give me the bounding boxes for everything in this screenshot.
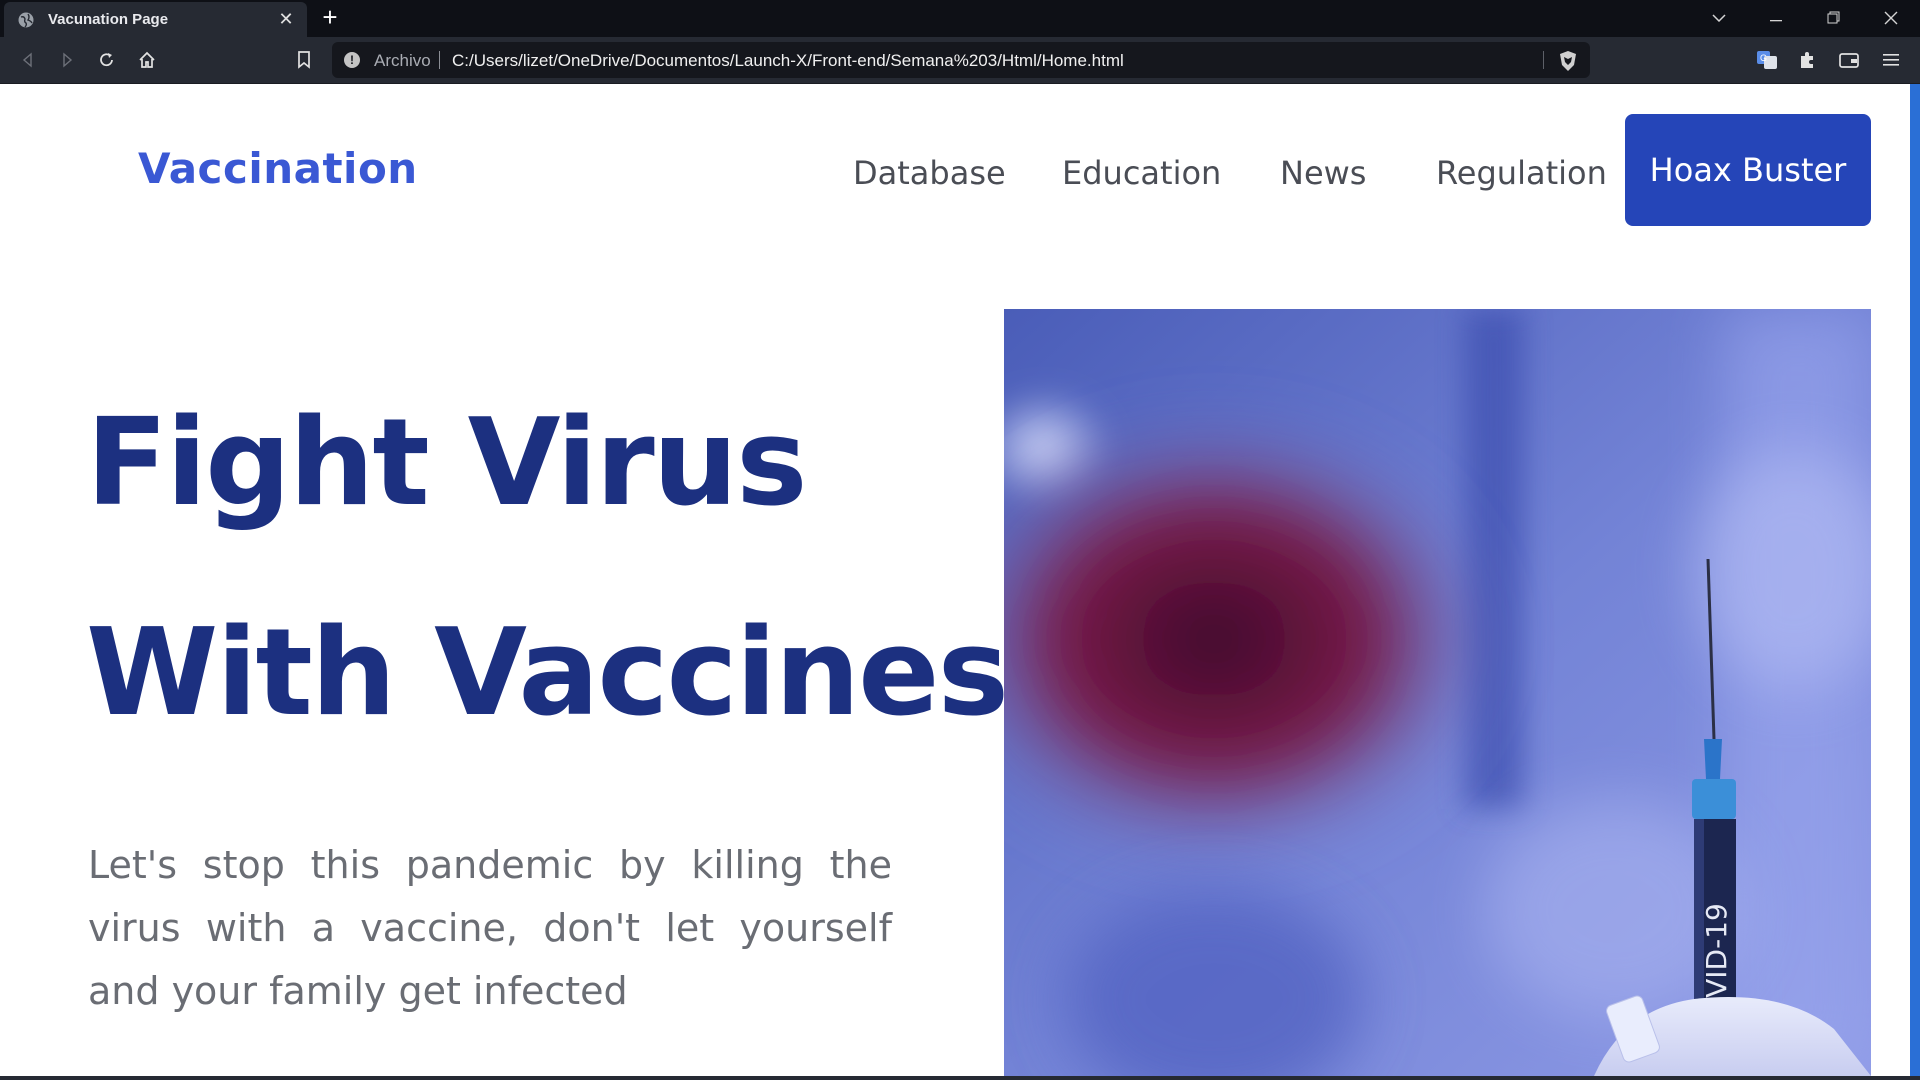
address-scheme: Archivo	[374, 51, 431, 70]
nav-link-education[interactable]: Education	[1062, 154, 1221, 192]
restore-button[interactable]	[1818, 4, 1848, 32]
browser-toolbar: ! Archivo C:/Users/lizet/OneDrive/Docume…	[0, 37, 1920, 84]
browser-tab[interactable]: Vacunation Page ✕	[4, 2, 307, 37]
extensions-puzzle-icon[interactable]	[1794, 47, 1820, 73]
brave-shield-icon[interactable]	[1558, 50, 1578, 72]
back-icon[interactable]	[15, 47, 41, 73]
nav-link-regulation[interactable]: Regulation	[1436, 154, 1607, 192]
vaccine-syringe-image: COVID-19	[1004, 309, 1871, 1076]
svg-text:G: G	[1760, 53, 1767, 63]
bookmark-icon[interactable]	[291, 47, 317, 73]
address-divider	[439, 51, 440, 69]
tab-title: Vacunation Page	[48, 11, 169, 28]
info-icon[interactable]: !	[344, 52, 360, 68]
forward-icon[interactable]	[54, 47, 80, 73]
hero-title-line-2: With Vaccines	[86, 604, 1009, 743]
home-icon[interactable]	[134, 47, 160, 73]
page-scrollbar[interactable]	[1910, 84, 1920, 1076]
address-bar[interactable]: ! Archivo C:/Users/lizet/OneDrive/Docume…	[332, 42, 1590, 78]
tab-search-chevron-icon[interactable]	[1704, 4, 1734, 32]
hoax-buster-button[interactable]: Hoax Buster	[1625, 114, 1871, 226]
page-viewport: Vaccination Database Education News Regu…	[0, 84, 1920, 1076]
hero-title-line-1: Fight Virus	[86, 394, 808, 533]
nav-link-database[interactable]: Database	[853, 154, 1006, 192]
reload-icon[interactable]	[94, 47, 120, 73]
tab-close-icon[interactable]: ✕	[277, 10, 295, 28]
menu-icon[interactable]	[1878, 47, 1904, 73]
tab-strip: Vacunation Page ✕ +	[0, 0, 1920, 37]
new-tab-button[interactable]: +	[318, 4, 342, 30]
wallet-icon[interactable]	[1836, 47, 1862, 73]
minimize-button[interactable]	[1761, 4, 1791, 32]
address-divider-right	[1543, 51, 1544, 69]
site-logo[interactable]: Vaccination	[138, 144, 418, 193]
hero-paragraph: Let's stop this pandemic by killing the …	[88, 843, 892, 1013]
globe-icon	[18, 12, 34, 28]
translate-icon[interactable]: G	[1754, 47, 1780, 73]
window-bottom-edge	[0, 1076, 1920, 1080]
close-window-button[interactable]	[1876, 4, 1906, 32]
nav-link-news[interactable]: News	[1280, 154, 1366, 192]
address-url[interactable]: C:/Users/lizet/OneDrive/Documentos/Launc…	[452, 51, 1124, 71]
